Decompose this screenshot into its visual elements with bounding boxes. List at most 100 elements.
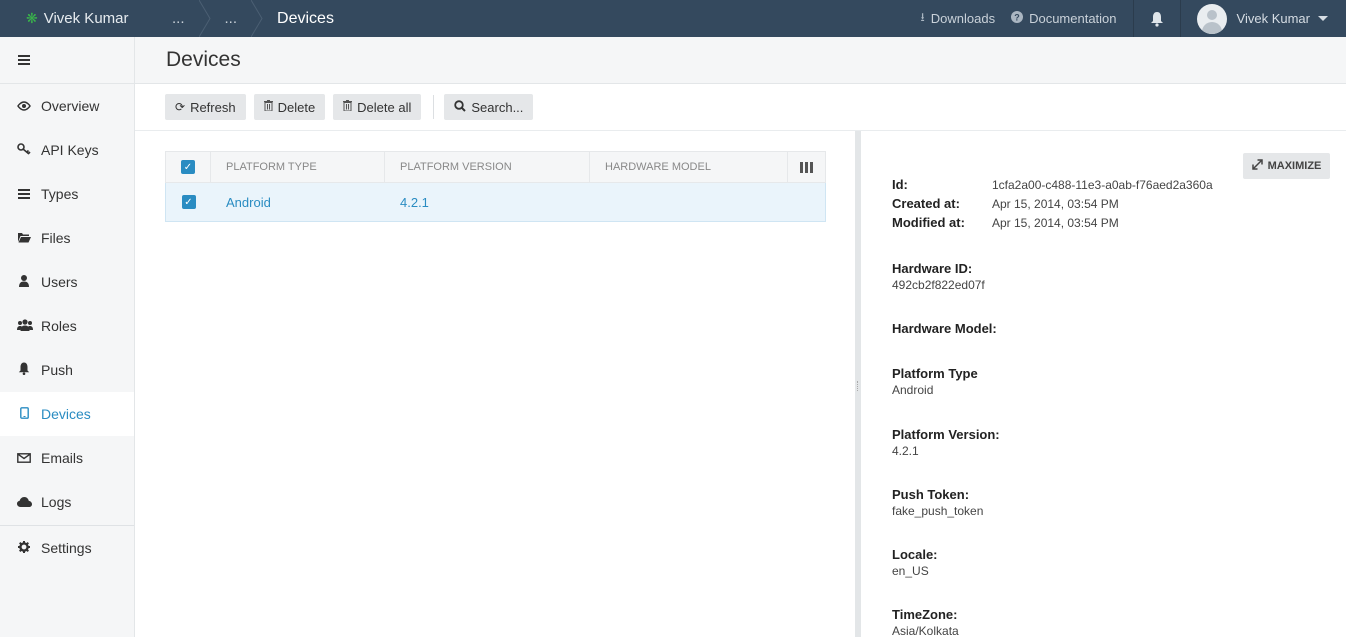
downloads-label: Downloads bbox=[930, 11, 996, 26]
select-all-checkbox[interactable]: ✓ bbox=[181, 160, 195, 174]
downloads-link[interactable]: ⭳ Downloads bbox=[913, 8, 1004, 29]
field-label: Push Token: bbox=[892, 487, 970, 502]
field-label: TimeZone: bbox=[892, 607, 958, 622]
table-row[interactable]: ✓ Android 4.2.1 bbox=[165, 183, 826, 222]
refresh-icon: ⟳ bbox=[175, 100, 186, 114]
field-value: 492cb2f822ed07f bbox=[892, 278, 985, 292]
columns-icon bbox=[800, 161, 813, 173]
table-header: ✓ PLATFORM TYPE PLATFORM VERSION HARDWAR… bbox=[165, 151, 826, 183]
sidebar-item-types[interactable]: Types bbox=[0, 172, 134, 216]
sidebar-item-label: Logs bbox=[41, 494, 72, 510]
cell-platform-type[interactable]: Android bbox=[211, 195, 385, 210]
field-value: 1cfa2a00-c488-11e3-a0ab-f76aed2a360a bbox=[992, 178, 1213, 192]
field-label: Hardware Model: bbox=[892, 321, 997, 336]
column-header-hardware-model[interactable]: HARDWARE MODEL bbox=[590, 151, 788, 183]
cell-platform-version[interactable]: 4.2.1 bbox=[385, 195, 590, 210]
breadcrumb-label: ... bbox=[224, 10, 238, 27]
sidebar-item-users[interactable]: Users bbox=[0, 260, 134, 304]
field-label: Platform Version: bbox=[892, 427, 1000, 442]
sidebar-item-label: Emails bbox=[41, 450, 84, 466]
field-label: Hardware ID: bbox=[892, 261, 973, 276]
page-header: Devices bbox=[135, 37, 1346, 84]
delete-button[interactable]: Delete bbox=[253, 94, 326, 120]
breadcrumb-label: Devices bbox=[277, 9, 334, 27]
eye-icon bbox=[17, 99, 31, 114]
mobile-icon bbox=[17, 406, 31, 422]
breadcrumb-current: Devices bbox=[257, 0, 354, 37]
search-button[interactable]: Search... bbox=[444, 94, 534, 120]
detail-platform-type: Platform Type Android bbox=[892, 366, 978, 397]
breadcrumb-item-1[interactable]: ... bbox=[152, 0, 211, 37]
sidebar-item-files[interactable]: Files bbox=[0, 216, 134, 260]
column-header-platform-type[interactable]: PLATFORM TYPE bbox=[211, 151, 385, 183]
sidebar-item-overview[interactable]: Overview bbox=[0, 84, 134, 128]
column-header-label: PLATFORM VERSION bbox=[400, 161, 512, 173]
detail-platform-version: Platform Version: 4.2.1 bbox=[892, 427, 1000, 458]
detail-modified-at: Modified at: Apr 15, 2014, 03:54 PM bbox=[892, 215, 1119, 230]
sidebar-item-settings[interactable]: Settings bbox=[0, 526, 134, 570]
detail-hardware-id: Hardware ID: 492cb2f822ed07f bbox=[892, 261, 985, 292]
column-header-platform-version[interactable]: PLATFORM VERSION bbox=[385, 151, 590, 183]
sidebar-item-logs[interactable]: Logs bbox=[0, 480, 134, 524]
detail-pane: MAXIMIZE Id: 1cfa2a00-c488-11e3-a0ab-f76… bbox=[861, 131, 1346, 637]
field-label: Created at: bbox=[892, 196, 960, 211]
delete-label: Delete bbox=[277, 99, 316, 115]
field-label: Platform Type bbox=[892, 366, 978, 381]
field-value: Apr 15, 2014, 03:54 PM bbox=[992, 216, 1119, 230]
expand-icon bbox=[1251, 159, 1263, 173]
menu-toggle-button[interactable] bbox=[0, 37, 134, 84]
field-label: Locale: bbox=[892, 547, 938, 562]
user-menu[interactable]: Vivek Kumar bbox=[1181, 3, 1346, 34]
app-brand[interactable]: ❋ Vivek Kumar bbox=[0, 0, 152, 37]
breadcrumb-label: ... bbox=[172, 10, 185, 27]
notifications-button[interactable] bbox=[1134, 0, 1180, 37]
user-icon bbox=[17, 274, 31, 290]
refresh-button[interactable]: ⟳ Refresh bbox=[165, 94, 246, 120]
caret-down-icon bbox=[1318, 16, 1328, 21]
question-circle-icon: ? bbox=[1011, 11, 1024, 26]
sidebar-item-label: Devices bbox=[41, 406, 91, 422]
toolbar-divider bbox=[433, 95, 435, 119]
gear-icon bbox=[17, 540, 31, 556]
key-icon bbox=[17, 142, 31, 158]
delete-all-label: Delete all bbox=[357, 99, 412, 115]
documentation-link[interactable]: ? Documentation bbox=[1003, 11, 1124, 26]
search-icon bbox=[454, 99, 467, 115]
field-value: en_US bbox=[892, 564, 929, 578]
detail-locale: Locale: en_US bbox=[892, 547, 938, 578]
sidebar-item-push[interactable]: Push bbox=[0, 348, 134, 392]
trash-icon bbox=[263, 100, 273, 114]
refresh-label: Refresh bbox=[190, 99, 236, 115]
sidebar: Overview API Keys Types Files Users Role… bbox=[0, 37, 135, 637]
cloud-icon bbox=[17, 495, 32, 510]
group-icon bbox=[17, 318, 33, 334]
sidebar-item-emails[interactable]: Emails bbox=[0, 436, 134, 480]
splitter-grip bbox=[857, 381, 859, 391]
breadcrumb-item-2[interactable]: ... bbox=[205, 0, 263, 37]
trash-icon bbox=[343, 100, 353, 114]
documentation-label: Documentation bbox=[1029, 11, 1117, 26]
detail-id: Id: 1cfa2a00-c488-11e3-a0ab-f76aed2a360a bbox=[892, 177, 1213, 192]
bell-icon bbox=[17, 362, 31, 378]
sidebar-item-devices[interactable]: Devices bbox=[0, 392, 134, 436]
detail-hardware-model: Hardware Model: bbox=[892, 321, 997, 338]
column-header-label: HARDWARE MODEL bbox=[605, 161, 711, 173]
row-checkbox[interactable]: ✓ bbox=[181, 195, 196, 209]
sidebar-item-api-keys[interactable]: API Keys bbox=[0, 128, 134, 172]
folder-icon bbox=[17, 231, 31, 246]
sidebar-item-label: Settings bbox=[41, 540, 92, 556]
app-name: Vivek Kumar bbox=[43, 10, 129, 27]
bell-icon bbox=[1150, 11, 1163, 27]
field-label: Id: bbox=[892, 177, 908, 192]
detail-timezone: TimeZone: Asia/Kolkata bbox=[892, 607, 959, 637]
page-title: Devices bbox=[166, 48, 241, 71]
delete-all-button[interactable]: Delete all bbox=[333, 94, 422, 120]
sidebar-item-roles[interactable]: Roles bbox=[0, 304, 134, 348]
column-chooser-button[interactable] bbox=[788, 151, 825, 183]
maximize-button[interactable]: MAXIMIZE bbox=[1243, 153, 1330, 179]
field-value: 4.2.1 bbox=[892, 444, 919, 458]
column-header-label: PLATFORM TYPE bbox=[226, 161, 317, 173]
sidebar-item-label: Roles bbox=[41, 318, 77, 334]
download-icon: ⭳ bbox=[920, 10, 925, 24]
hamburger-icon bbox=[18, 55, 30, 65]
